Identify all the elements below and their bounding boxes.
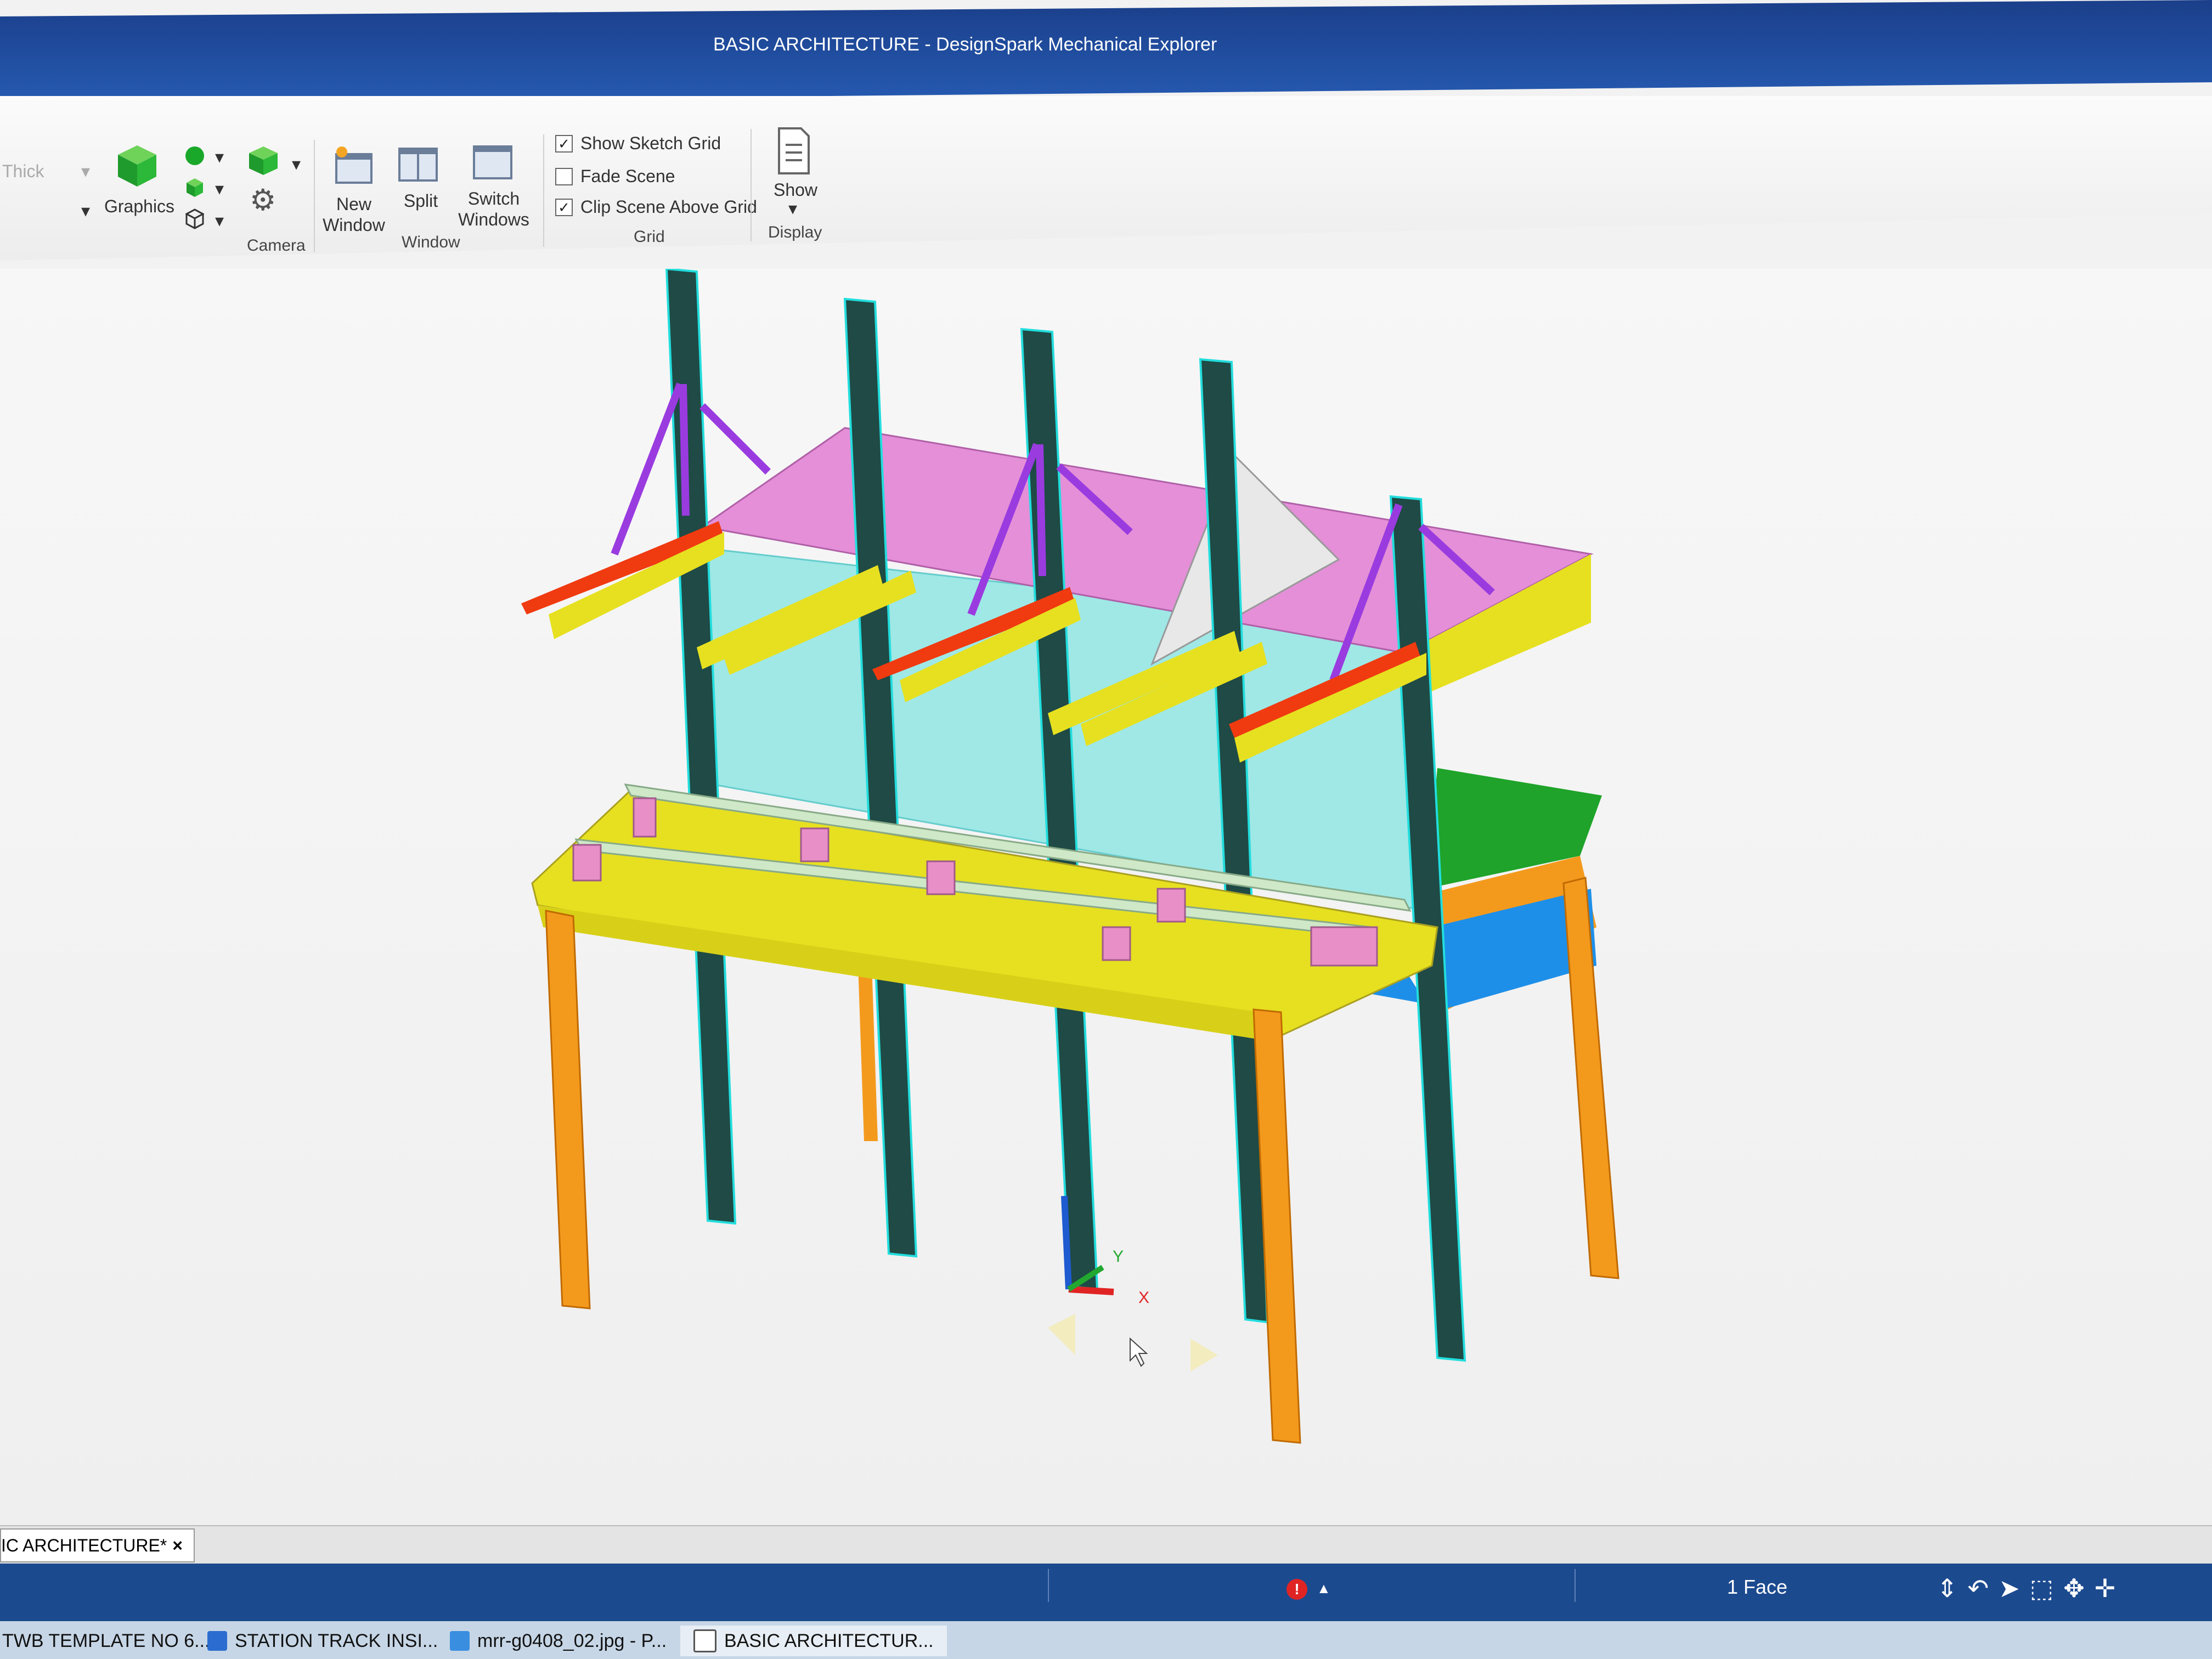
- leg-front-left: [545, 910, 591, 1310]
- rotate-right-arrow-icon[interactable]: [1190, 1339, 1218, 1372]
- fade-scene-checkbox[interactable]: Fade Scene: [555, 166, 675, 187]
- show-sketch-grid-checkbox[interactable]: ✓ Show Sketch Grid: [555, 133, 721, 154]
- clip-scene-above-grid-label: Clip Scene Above Grid: [580, 197, 757, 217]
- style-thick-dropdown[interactable]: Thick: [2, 161, 44, 182]
- ribbon-divider: [543, 134, 544, 247]
- chevron-down-icon[interactable]: ▾: [788, 198, 797, 219]
- chevron-down-icon[interactable]: ▾: [215, 210, 224, 231]
- clip-scene-above-grid-checkbox[interactable]: ✓ Clip Scene Above Grid: [555, 197, 757, 217]
- chevron-down-icon[interactable]: ▾: [215, 178, 224, 199]
- show-sketch-grid-label: Show Sketch Grid: [580, 133, 721, 153]
- title-bar: BASIC ARCHITECTURE - DesignSpark Mechani…: [0, 0, 2212, 99]
- wireframe-cube-icon[interactable]: [185, 208, 204, 229]
- taskbar-item-label: mrr-g0408_02.jpg - P...: [477, 1630, 667, 1651]
- checkbox-box[interactable]: ✓: [555, 198, 573, 216]
- split-button[interactable]: Split: [396, 190, 445, 211]
- axis-y-label: Y: [1113, 1248, 1124, 1266]
- axis-x-label: X: [1138, 1289, 1149, 1307]
- status-tools: ⇕ ↶ ➤ ⬚ ✥ ✛: [1937, 1573, 2115, 1603]
- chevron-down-icon[interactable]: ▾: [292, 154, 301, 174]
- doc-tab-label: IC ARCHITECTURE*: [1, 1536, 167, 1555]
- status-divider: [1575, 1569, 1576, 1602]
- camera-group-label: Camera: [247, 236, 306, 255]
- status-divider: [1048, 1569, 1049, 1602]
- document-tab-strip: IC ARCHITECTURE* ×: [0, 1525, 2212, 1565]
- taskbar-item-paint-image[interactable]: mrr-g0408_02.jpg - P...: [450, 1626, 667, 1656]
- taskbar-item-label: STATION TRACK INSI...: [235, 1630, 438, 1651]
- status-bar: ! ▲ 1 Face ⇕ ↶ ➤ ⬚ ✥ ✛: [0, 1564, 2212, 1621]
- taskbar-item-station-track[interactable]: STATION TRACK INSI...: [207, 1626, 438, 1656]
- rotate-left-arrow-icon[interactable]: [1048, 1314, 1075, 1355]
- show-button[interactable]: Show: [771, 179, 820, 200]
- new-window-icon[interactable]: [332, 144, 376, 185]
- taskbar-item-label: TWB TEMPLATE NO 6...: [2, 1630, 210, 1651]
- move-icon[interactable]: ✥: [2063, 1573, 2085, 1603]
- chevron-down-icon[interactable]: ▾: [81, 161, 90, 182]
- z-axis: [1061, 1195, 1072, 1290]
- design-viewport[interactable]: X Y: [0, 269, 2212, 1525]
- leg-back-right: [1562, 877, 1620, 1279]
- ribbon-divider: [751, 129, 752, 241]
- selection-status: 1 Face: [1727, 1576, 1788, 1598]
- ribbon-divider: [314, 140, 315, 252]
- spin-arrows-icon[interactable]: ⇕: [1937, 1573, 1958, 1603]
- graphics-cube-icon[interactable]: [115, 143, 159, 189]
- ribbon: Thick ▾ ▾ Graphics ▾ ▾ ▾ ▾ ⚙ Camera New …: [0, 96, 2212, 261]
- grid-group-label: Grid: [634, 228, 665, 246]
- window-title: BASIC ARCHITECTURE - DesignSpark Mechani…: [713, 34, 1217, 55]
- chevron-down-icon[interactable]: ▾: [215, 146, 224, 167]
- taskbar-item-twb-template[interactable]: TWB TEMPLATE NO 6...: [2, 1626, 210, 1656]
- close-icon[interactable]: ×: [172, 1536, 183, 1555]
- box-select-icon[interactable]: ⬚: [2030, 1573, 2053, 1603]
- taskbar: TWB TEMPLATE NO 6... STATION TRACK INSI.…: [0, 1621, 2212, 1659]
- checkbox-box[interactable]: [555, 167, 573, 185]
- x-axis: [1068, 1286, 1114, 1295]
- split-icon[interactable]: [396, 144, 440, 184]
- screen: BASIC ARCHITECTURE - DesignSpark Mechani…: [0, 0, 2212, 1659]
- taskbar-item-label: BASIC ARCHITECTUR...: [724, 1630, 934, 1651]
- fade-scene-label: Fade Scene: [580, 166, 675, 186]
- switch-windows-icon[interactable]: [471, 142, 515, 182]
- sphere-icon[interactable]: [185, 146, 204, 165]
- checkbox-box[interactable]: ✓: [555, 134, 573, 153]
- graphics-button[interactable]: Graphics: [104, 196, 174, 217]
- pan-icon[interactable]: ✛: [2095, 1573, 2116, 1603]
- document-list-icon[interactable]: [775, 126, 813, 176]
- paint-icon: [450, 1631, 470, 1651]
- solid-cube-icon[interactable]: [185, 177, 204, 198]
- gear-icon[interactable]: ⚙: [250, 183, 276, 218]
- display-group-label: Display: [768, 223, 822, 241]
- undo-select-icon[interactable]: ↶: [1968, 1573, 1989, 1603]
- window-group-label: Window: [402, 233, 460, 251]
- doc-tab-basic-architecture[interactable]: IC ARCHITECTURE* ×: [0, 1528, 195, 1562]
- mouse-cursor-icon: [1130, 1337, 1148, 1367]
- new-window-button[interactable]: New Window: [321, 194, 387, 236]
- model-canvas[interactable]: X Y: [0, 269, 2212, 1525]
- taskbar-item-basic-architecture[interactable]: BASIC ARCHITECTUR...: [680, 1626, 947, 1656]
- warning-icon[interactable]: !: [1286, 1579, 1307, 1600]
- pointer-icon[interactable]: ➤: [1999, 1573, 2020, 1603]
- switch-windows-button[interactable]: Switch Windows: [450, 188, 538, 230]
- chevron-up-icon[interactable]: ▲: [1317, 1580, 1331, 1597]
- chevron-down-icon[interactable]: ▾: [81, 200, 90, 221]
- home-view-cube-icon[interactable]: [247, 144, 280, 177]
- visio-icon: [207, 1631, 227, 1651]
- designspark-icon: [693, 1629, 716, 1652]
